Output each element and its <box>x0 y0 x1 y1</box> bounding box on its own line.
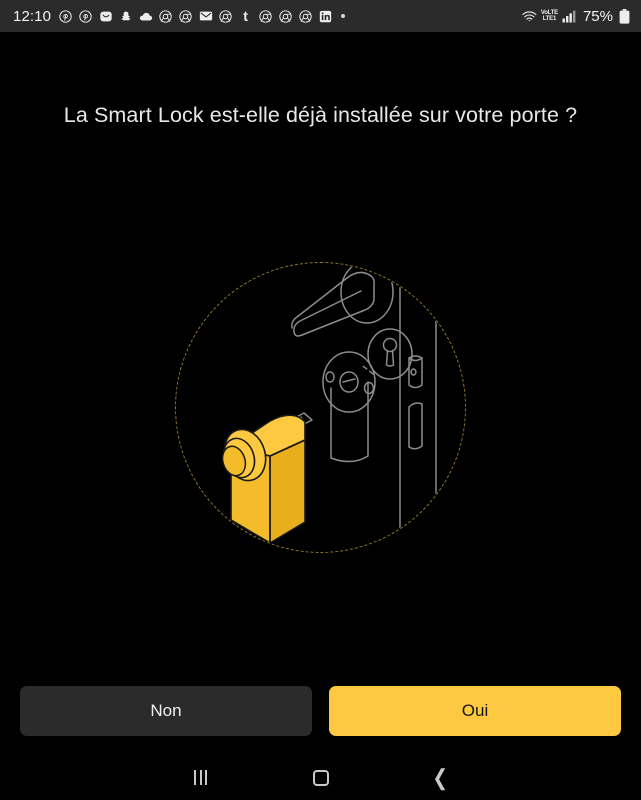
chrome-icon <box>178 9 193 24</box>
chrome-icon <box>218 9 233 24</box>
snapchat-icon <box>118 9 133 24</box>
battery-percent-label: 75% <box>582 7 613 25</box>
linkedin-icon <box>318 9 333 24</box>
volte-bottom-label: LTE1 <box>542 16 557 22</box>
status-bar-system-icons: VoLTE LTE1 75% <box>522 8 632 25</box>
chrome-icon <box>158 9 173 24</box>
door-edge <box>399 263 437 552</box>
door-handle <box>291 263 394 337</box>
chrome-icon <box>298 9 313 24</box>
recents-icon <box>194 770 207 785</box>
action-button-row: Non Oui <box>0 686 641 736</box>
illustration-artwork <box>221 263 437 552</box>
phone-screen: 12:10 t VoLTE LTE1 75% La Smart Lock est… <box>0 0 641 800</box>
recents-button[interactable] <box>141 755 261 800</box>
status-bar-clock: 12:10 <box>13 7 52 25</box>
android-navigation-bar: ❮ <box>0 755 641 800</box>
smart-lock-on-door-illustration <box>175 262 466 553</box>
back-button[interactable]: ❮ <box>381 755 501 800</box>
cellular-signal-icon <box>562 9 577 24</box>
chrome-icon <box>278 9 293 24</box>
message-icon <box>98 9 113 24</box>
back-chevron-icon: ❮ <box>432 764 449 790</box>
pinterest-icon <box>78 9 93 24</box>
home-button[interactable] <box>261 755 381 800</box>
page-title: La Smart Lock est-elle déjà installée su… <box>63 103 578 127</box>
battery-icon <box>617 8 632 24</box>
keyhole <box>367 328 413 380</box>
home-icon <box>312 769 329 786</box>
chrome-icon <box>258 9 273 24</box>
pinterest-icon <box>58 9 73 24</box>
overflow-dot-icon <box>341 14 346 18</box>
status-bar: 12:10 t VoLTE LTE1 75% <box>0 0 641 32</box>
status-bar-notification-icons: t <box>58 9 522 24</box>
smart-lock-device <box>221 414 306 544</box>
wifi-icon <box>522 9 537 24</box>
volte-indicator: VoLTE LTE1 <box>541 10 558 22</box>
cloud-icon <box>138 9 153 24</box>
tumblr-icon: t <box>243 8 248 24</box>
yes-button[interactable]: Oui <box>329 686 621 736</box>
no-button[interactable]: Non <box>20 686 312 736</box>
mail-icon <box>198 9 213 24</box>
strike-plate <box>408 402 423 450</box>
